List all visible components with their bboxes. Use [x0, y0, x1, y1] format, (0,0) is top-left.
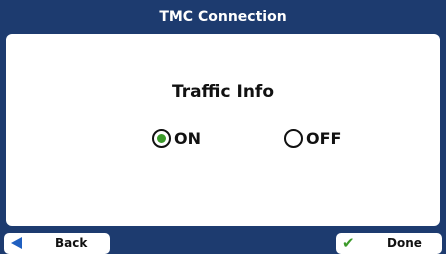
back-label: Back: [55, 236, 88, 250]
radio-off-option[interactable]: OFF: [284, 126, 341, 150]
done-button[interactable]: ✔ Done: [336, 233, 442, 254]
done-label: Done: [387, 236, 422, 250]
screen-title: TMC Connection: [0, 0, 446, 34]
radio-selected-icon[interactable]: [152, 128, 171, 148]
settings-panel: Traffic Info ON OFF: [6, 34, 440, 226]
traffic-info-label: Traffic Info: [171, 82, 275, 102]
tmc-connection-screen: TMC Connection Traffic Info ON OFF Back …: [0, 0, 446, 254]
radio-unselected-icon[interactable]: [284, 128, 303, 148]
off-label: OFF: [306, 128, 342, 148]
left-arrow-icon: [11, 237, 22, 249]
radio-dot: [157, 133, 166, 143]
radio-on-option[interactable]: ON: [152, 126, 201, 150]
on-label: ON: [174, 128, 201, 148]
checkmark-icon: ✔: [342, 234, 355, 252]
back-button[interactable]: Back: [4, 233, 110, 254]
bottom-bar: Back ✔ Done: [0, 230, 446, 254]
